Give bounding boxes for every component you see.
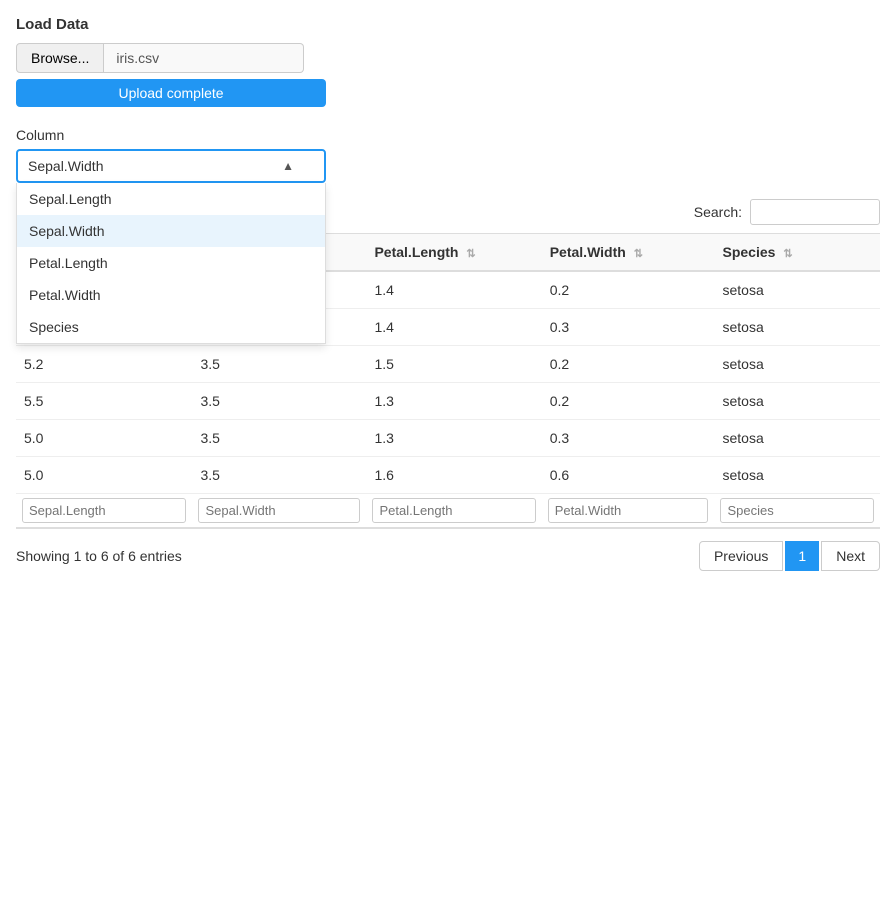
dropdown-item-sepal-length[interactable]: Sepal.Length	[17, 183, 325, 215]
cell-species: setosa	[714, 309, 880, 346]
cell-petal_width: 0.3	[542, 309, 715, 346]
cell-species: setosa	[714, 420, 880, 457]
cell-sepal_length: 5.0	[16, 420, 192, 457]
upload-complete-bar: Upload complete	[16, 79, 326, 107]
cell-sepal_width: 3.5	[192, 457, 366, 494]
cell-sepal_width: 3.5	[192, 346, 366, 383]
column-dropdown-selected[interactable]: Sepal.Width ▲	[16, 149, 326, 183]
col-header-petal-length[interactable]: Petal.Length ⇅	[366, 234, 541, 272]
cell-petal_length: 1.5	[366, 346, 541, 383]
next-button[interactable]: Next	[821, 541, 880, 571]
table-row: 5.03.51.60.6setosa	[16, 457, 880, 494]
browse-button[interactable]: Browse...	[16, 43, 104, 73]
load-data-title: Load Data	[16, 16, 880, 33]
col-header-species[interactable]: Species ⇅	[714, 234, 880, 272]
cell-petal_length: 1.6	[366, 457, 541, 494]
cell-sepal_length: 5.5	[16, 383, 192, 420]
cell-species: setosa	[714, 346, 880, 383]
previous-button[interactable]: Previous	[699, 541, 783, 571]
search-label: Search:	[694, 204, 742, 220]
cell-petal_width: 0.6	[542, 457, 715, 494]
column-dropdown-container: Sepal.Width ▲ Sepal.Length Sepal.Width P…	[16, 149, 326, 183]
table-footer: Showing 1 to 6 of 6 entries Previous 1 N…	[16, 541, 880, 571]
chevron-up-icon: ▲	[282, 159, 294, 173]
table-row: 5.03.51.30.3setosa	[16, 420, 880, 457]
cell-petal_width: 0.3	[542, 420, 715, 457]
showing-text: Showing 1 to 6 of 6 entries	[16, 548, 182, 564]
sort-icon-species: ⇅	[783, 247, 792, 260]
filter-species[interactable]	[720, 498, 874, 523]
cell-species: setosa	[714, 383, 880, 420]
filter-cell-sepal-width	[192, 494, 366, 529]
filter-cell-species	[714, 494, 880, 529]
table-filter-row	[16, 494, 880, 529]
pagination: Previous 1 Next	[699, 541, 880, 571]
cell-species: setosa	[714, 457, 880, 494]
column-label: Column	[16, 127, 880, 143]
sort-icon-petal-width: ⇅	[634, 247, 643, 260]
table-row: 5.23.51.50.2setosa	[16, 346, 880, 383]
cell-petal_length: 1.4	[366, 271, 541, 309]
column-selected-value: Sepal.Width	[28, 158, 103, 174]
cell-petal_width: 0.2	[542, 383, 715, 420]
cell-sepal_width: 3.5	[192, 383, 366, 420]
dropdown-item-petal-width[interactable]: Petal.Width	[17, 279, 325, 311]
dropdown-item-sepal-width[interactable]: Sepal.Width	[17, 215, 325, 247]
file-input-row: Browse... iris.csv	[16, 43, 880, 73]
search-input[interactable]	[750, 199, 880, 225]
filter-petal-width[interactable]	[548, 498, 709, 523]
filter-cell-sepal-length	[16, 494, 192, 529]
column-dropdown-menu: Sepal.Length Sepal.Width Petal.Length Pe…	[16, 183, 326, 344]
current-page-number[interactable]: 1	[785, 541, 819, 571]
dropdown-item-species[interactable]: Species	[17, 311, 325, 343]
cell-sepal_length: 5.0	[16, 457, 192, 494]
filter-sepal-width[interactable]	[198, 498, 360, 523]
cell-petal_width: 0.2	[542, 346, 715, 383]
col-header-petal-width[interactable]: Petal.Width ⇅	[542, 234, 715, 272]
cell-petal_width: 0.2	[542, 271, 715, 309]
cell-species: setosa	[714, 271, 880, 309]
filter-petal-length[interactable]	[372, 498, 535, 523]
file-name-display: iris.csv	[104, 43, 304, 73]
sort-icon-petal-length: ⇅	[466, 247, 475, 260]
table-row: 5.53.51.30.2setosa	[16, 383, 880, 420]
cell-petal_length: 1.4	[366, 309, 541, 346]
load-data-section: Load Data Browse... iris.csv Upload comp…	[16, 16, 880, 107]
filter-sepal-length[interactable]	[22, 498, 186, 523]
cell-petal_length: 1.3	[366, 420, 541, 457]
dropdown-item-petal-length[interactable]: Petal.Length	[17, 247, 325, 279]
filter-cell-petal-length	[366, 494, 541, 529]
cell-sepal_length: 5.2	[16, 346, 192, 383]
column-section: Column Sepal.Width ▲ Sepal.Length Sepal.…	[16, 127, 880, 183]
cell-petal_length: 1.3	[366, 383, 541, 420]
cell-sepal_width: 3.5	[192, 420, 366, 457]
filter-cell-petal-width	[542, 494, 715, 529]
